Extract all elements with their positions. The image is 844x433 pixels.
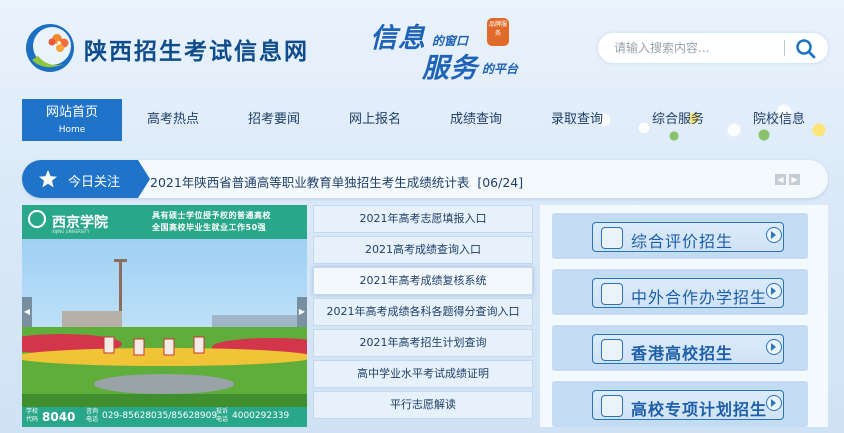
quick-link-academic-certificate[interactable]: 高中学业水平考试成绩证明 (313, 360, 533, 388)
slide-tagline-1: 具有硕士学位授予权的普通高校 (152, 211, 271, 220)
search-box (598, 33, 828, 63)
today-focus-bar: 今日关注 2021年陕西省普通高等职业教育单独招生考生成绩统计表 [06/24] … (22, 160, 828, 198)
campus-photo (22, 239, 307, 407)
category-frame: 高校专项计划招生 (592, 390, 784, 420)
quick-link-parallel-volunteer[interactable]: 平行志愿解读 (313, 391, 533, 419)
slide-footer-strip: 学校代码 8040 咨询电话 029-85628035/85628909 投诉电… (22, 407, 307, 427)
slide-hotline: 4000292339 (232, 411, 290, 421)
star-icon (39, 170, 57, 188)
quick-link-subject-scores[interactable]: 2021年高考成绩各科各题得分查询入口 (313, 298, 533, 326)
nav-item-online-registration[interactable]: 网上报名 (325, 99, 425, 141)
arrow-right-icon[interactable] (766, 283, 782, 299)
document-icon (601, 227, 623, 249)
category-frame: 综合评价招生 (592, 222, 784, 252)
search-input[interactable] (614, 39, 784, 57)
today-focus-headline-link[interactable]: 2021年陕西省普通高等职业教育单独招生考生成绩统计表 [06/24] (150, 172, 523, 191)
category-frame: 香港高校招生 (592, 334, 784, 364)
document-icon (601, 395, 623, 417)
arrow-right-icon[interactable] (766, 395, 782, 411)
slide-code: 8040 (42, 410, 76, 424)
search-divider (784, 40, 785, 56)
quick-link-volunteer-entry[interactable]: 2021年高考志愿填报入口 (313, 205, 533, 233)
arrow-right-icon[interactable] (766, 339, 782, 355)
nav-item-score-query[interactable]: 成绩查询 (426, 99, 526, 141)
slide-next-button[interactable]: ▶ (297, 297, 307, 327)
banner-slideshow[interactable]: 西京学院 XIJING UNIVERSITY 具有硕士学位授予权的普通高校 全国… (22, 205, 307, 427)
nav-item-sublabel: Home (58, 125, 86, 135)
category-special-plan[interactable]: 高校专项计划招生 (552, 381, 808, 427)
search-icon[interactable] (794, 37, 818, 59)
category-comprehensive-evaluation[interactable]: 综合评价招生 (552, 213, 808, 259)
main-nav: 网站首页 Home 高考热点 招考要闻 网上报名 成绩查询 录取查询 综合服务 … (0, 99, 844, 141)
category-label: 中外合作办学招生 (631, 288, 768, 307)
slogan: 信息 的窗口 服务 的平台 (370, 12, 540, 84)
slogan-line2-small: 的平台 (482, 62, 519, 76)
slide-phone-label: 咨询电话 (86, 408, 99, 423)
category-label: 高校专项计划招生 (631, 400, 768, 419)
slide-tagline-2: 全国高校毕业生就业工作50强 (152, 223, 267, 232)
slide-tagline: 具有硕士学位授予权的普通高校 全国高校毕业生就业工作50强 (152, 210, 271, 234)
slogan-line1-big: 信息 (370, 23, 426, 54)
quick-link-score-review[interactable]: 2021年高考成绩复核系统 (313, 267, 533, 295)
slide-header-strip: 西京学院 XIJING UNIVERSITY 具有硕士学位授予权的普通高校 全国… (22, 205, 307, 239)
admission-categories: 综合评价招生 中外合作办学招生 香港高校招生 高校专项计划招生 (540, 205, 828, 427)
site-title[interactable]: 陕西招生考试信息网 (84, 32, 309, 66)
nav-item-news[interactable]: 招考要闻 (224, 99, 324, 141)
today-focus-badge: 今日关注 (22, 160, 138, 198)
nav-item-home[interactable]: 网站首页 Home (22, 99, 122, 141)
school-emblem-icon (28, 210, 46, 228)
site-header: 陕西招生考试信息网 信息 的窗口 服务 的平台 品牌服务 (0, 0, 844, 96)
category-frame: 中外合作办学招生 (592, 278, 784, 308)
quick-link-score-query[interactable]: 2021高考成绩查询入口 (313, 236, 533, 264)
slide-hotline-label: 投诉电话 (216, 408, 229, 423)
category-sino-foreign[interactable]: 中外合作办学招生 (552, 269, 808, 315)
nav-item-institutions[interactable]: 院校信息 (729, 99, 829, 141)
slide-code-label: 学校代码 (26, 408, 39, 423)
ticker-prev-button[interactable]: ◀ (775, 174, 786, 185)
quick-link-enrollment-plan[interactable]: 2021年高考招生计划查询 (313, 329, 533, 357)
ticker-next-button[interactable]: ▶ (789, 174, 800, 185)
arrow-right-icon[interactable] (766, 227, 782, 243)
brand-seal: 品牌服务 (487, 18, 509, 46)
nav-item-label: 网站首页 (45, 105, 98, 120)
nav-item-services[interactable]: 综合服务 (628, 99, 728, 141)
nav-item-hot-topics[interactable]: 高考热点 (123, 99, 223, 141)
document-icon (601, 339, 623, 361)
today-focus-headline: 2021年陕西省普通高等职业教育单独招生考生成绩统计表 (150, 175, 470, 190)
quick-links: 2021年高考志愿填报入口 2021高考成绩查询入口 2021年高考成绩复核系统… (313, 205, 533, 427)
today-focus-label: 今日关注 (68, 175, 121, 190)
slogan-line2-big: 服务 (422, 53, 478, 84)
document-icon (601, 283, 623, 305)
today-focus-badge-tip (138, 160, 150, 198)
category-hong-kong[interactable]: 香港高校招生 (552, 325, 808, 371)
slide-phone: 029-85628035/85628909 (102, 411, 218, 421)
nav-item-admission-query[interactable]: 录取查询 (527, 99, 627, 141)
site-logo-icon[interactable] (24, 22, 76, 74)
category-label: 香港高校招生 (631, 344, 734, 363)
slide-school-name-en: XIJING UNIVERSITY (52, 229, 90, 234)
slide-prev-button[interactable]: ◀ (22, 297, 32, 327)
category-label: 综合评价招生 (631, 232, 734, 251)
today-focus-date: [06/24] (477, 175, 524, 190)
